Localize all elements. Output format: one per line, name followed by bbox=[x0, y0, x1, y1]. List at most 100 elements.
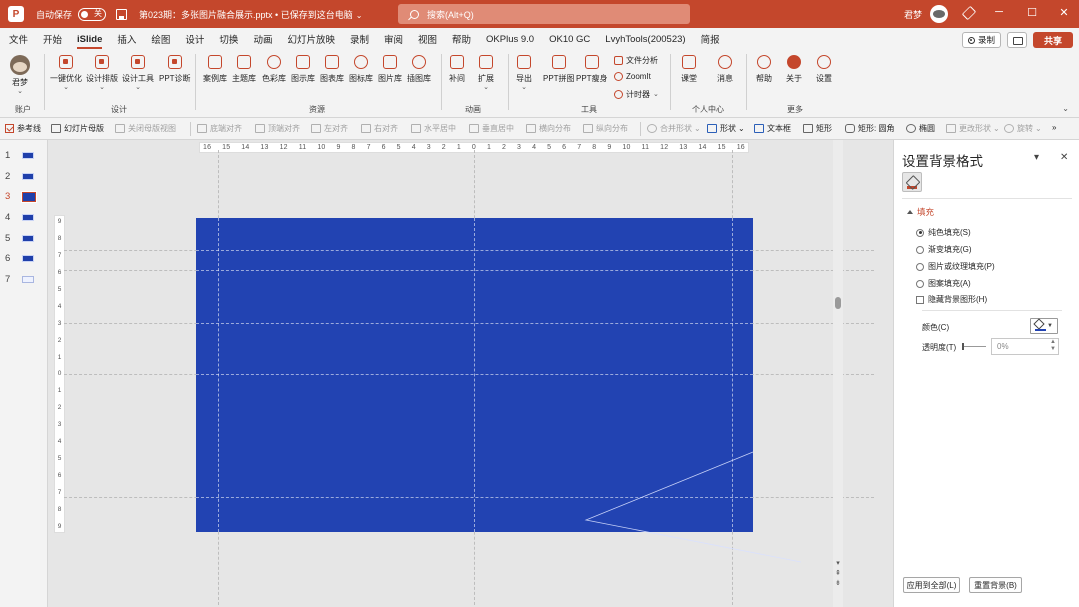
center-vertical-button[interactable]: 垂直居中 bbox=[469, 123, 514, 134]
more-toolbar-button[interactable]: » bbox=[1052, 123, 1056, 132]
help-button[interactable]: 帮助 bbox=[756, 55, 772, 84]
slide-thumbnail[interactable]: 1 bbox=[5, 150, 34, 161]
reset-background-button[interactable]: 重置背景(B) bbox=[969, 577, 1022, 593]
about-button[interactable]: 关于 bbox=[786, 55, 802, 84]
design-layout-button[interactable]: 设计排版 ⌄ bbox=[86, 55, 118, 91]
theme-library-button[interactable]: 主题库 bbox=[232, 55, 256, 84]
change-shape-button[interactable]: 更改形状 ⌄ bbox=[946, 123, 1000, 134]
export-button[interactable]: 导出 ⌄ bbox=[516, 55, 532, 91]
align-left-button[interactable]: 左对齐 bbox=[311, 123, 348, 134]
file-analysis-button[interactable]: 文件分析 bbox=[614, 55, 658, 66]
slide-canvas[interactable]: 16 15 14 13 12 11 10 9 8 7 6 5 4 3 2 1 0 1 2 3 4 5 6 7 8 9 10 11 12 1… bbox=[49, 140, 879, 607]
document-title[interactable]: 第023期：多张图片融合展示.pptx • 已保存到这台电脑 ⌄ bbox=[139, 8, 362, 21]
collapse-ribbon-icon[interactable]: ⌄ bbox=[1062, 104, 1069, 113]
transparency-slider[interactable] bbox=[962, 343, 986, 350]
messages-button[interactable]: 消息 bbox=[717, 55, 733, 84]
close-pane-icon[interactable]: ✕ bbox=[1060, 152, 1068, 163]
comment-button[interactable] bbox=[1007, 32, 1027, 48]
diagram-library-button[interactable]: 图示库 bbox=[291, 55, 315, 84]
tab-design[interactable]: 设计 bbox=[185, 32, 204, 46]
align-bottom-button[interactable]: 底端对齐 bbox=[197, 123, 242, 134]
extend-button[interactable]: 扩展 ⌄ bbox=[478, 55, 494, 91]
picture-fill-radio[interactable]: 图片或纹理填充(P) bbox=[916, 261, 995, 272]
slide-thumbnail[interactable]: 2 bbox=[5, 171, 34, 182]
record-button[interactable]: 录制 bbox=[962, 32, 1002, 48]
distribute-horizontal-button[interactable]: 横向分布 bbox=[526, 123, 571, 134]
tab-help[interactable]: 帮助 bbox=[452, 32, 471, 46]
scroll-arrows[interactable]: ▾ ⇞ ⇟ bbox=[834, 559, 842, 589]
rounded-rectangle-button[interactable]: 矩形: 圆角 bbox=[845, 123, 894, 134]
gradient-fill-radio[interactable]: 渐变填充(G) bbox=[916, 244, 972, 255]
search-box[interactable]: 搜索(Alt+Q) bbox=[398, 4, 690, 24]
design-tools-button[interactable]: 设计工具 ⌄ bbox=[122, 55, 154, 91]
slide-thumbnail-active[interactable]: 3 bbox=[5, 190, 37, 203]
ppt-diagnose-button[interactable]: PPT诊断 bbox=[159, 55, 191, 84]
slide-thumbnail[interactable]: 5 bbox=[5, 233, 34, 244]
tween-button[interactable]: 补间 bbox=[449, 55, 465, 84]
save-icon[interactable] bbox=[116, 8, 128, 20]
tab-transitions[interactable]: 切换 bbox=[219, 32, 238, 46]
rectangle-button[interactable]: 矩形 bbox=[803, 123, 832, 134]
distribute-vertical-button[interactable]: 纵向分布 bbox=[583, 123, 628, 134]
solid-fill-radio[interactable]: 纯色填充(S) bbox=[916, 227, 971, 238]
guides-toggle[interactable]: 参考线 bbox=[5, 123, 41, 134]
user-name[interactable]: 君梦 bbox=[904, 8, 922, 21]
tab-view[interactable]: 视图 bbox=[418, 32, 437, 46]
icon-library-button[interactable]: 图标库 bbox=[349, 55, 373, 84]
center-horizontal-button[interactable]: 水平居中 bbox=[411, 123, 456, 134]
close-master-view-button[interactable]: 关闭母版视图 bbox=[115, 123, 176, 134]
fill-bucket-icon[interactable] bbox=[902, 172, 922, 192]
transparency-input[interactable]: 0% ▲ ▼ bbox=[991, 338, 1059, 355]
illustration-library-button[interactable]: 插图库 bbox=[407, 55, 431, 84]
rotate-button[interactable]: 旋转 ⌄ bbox=[1004, 123, 1042, 134]
one-click-optimize-button[interactable]: 一键优化 ⌄ bbox=[50, 55, 82, 91]
slide-thumbnail[interactable]: 4 bbox=[5, 212, 34, 223]
tab-okplus[interactable]: OKPlus 9.0 bbox=[486, 34, 534, 45]
zoomit-button[interactable]: ZoomIt bbox=[614, 72, 651, 81]
tab-briefing[interactable]: 简报 bbox=[701, 32, 720, 46]
close-button[interactable]: ✕ bbox=[1056, 6, 1072, 19]
tab-file[interactable]: 文件 bbox=[9, 32, 28, 46]
color-library-button[interactable]: 色彩库 bbox=[262, 55, 286, 84]
tab-insert[interactable]: 插入 bbox=[117, 32, 136, 46]
tab-review[interactable]: 审阅 bbox=[384, 32, 403, 46]
ppt-slim-button[interactable]: PPT瘦身 bbox=[576, 55, 608, 84]
tab-home[interactable]: 开始 bbox=[43, 32, 62, 46]
align-right-button[interactable]: 右对齐 bbox=[361, 123, 398, 134]
case-library-button[interactable]: 案例库 bbox=[203, 55, 227, 84]
tab-record[interactable]: 录制 bbox=[350, 32, 369, 46]
tab-islide[interactable]: iSlide bbox=[77, 34, 103, 49]
canvas-scrollbar[interactable]: ▾ ⇞ ⇟ bbox=[833, 140, 843, 607]
merge-shapes-button[interactable]: 合并形状 ⌄ bbox=[647, 123, 701, 134]
chart-library-button[interactable]: 图表库 bbox=[320, 55, 344, 84]
scrollbar-thumb[interactable] bbox=[835, 297, 841, 309]
ellipse-button[interactable]: 椭圆 bbox=[906, 123, 935, 134]
picture-library-button[interactable]: 图片库 bbox=[378, 55, 402, 84]
avatar[interactable] bbox=[930, 5, 948, 23]
hide-background-checkbox[interactable]: 隐藏背景图形(H) bbox=[916, 294, 987, 305]
timer-button[interactable]: 计时器 ⌄ bbox=[614, 89, 659, 100]
maximize-button[interactable]: ☐ bbox=[1024, 6, 1040, 19]
tab-animations[interactable]: 动画 bbox=[253, 32, 272, 46]
tab-slideshow[interactable]: 幻灯片放映 bbox=[287, 32, 335, 46]
thin-line-shape[interactable] bbox=[49, 140, 879, 607]
minimize-button[interactable]: ─ bbox=[991, 6, 1007, 18]
classroom-button[interactable]: 课堂 bbox=[681, 55, 697, 84]
account-button[interactable]: 君梦 ⌄ bbox=[10, 55, 30, 95]
tab-lvyhtools[interactable]: LvyhTools(200523) bbox=[605, 34, 685, 45]
tab-ok10[interactable]: OK10 GC bbox=[549, 34, 590, 45]
slide-thumbnail[interactable]: 6 bbox=[5, 253, 34, 264]
ppt-puzzle-button[interactable]: PPT拼图 bbox=[543, 55, 575, 84]
slide-master-button[interactable]: 幻灯片母版 bbox=[51, 123, 104, 134]
autosave-toggle[interactable]: 关 bbox=[78, 7, 107, 21]
textbox-button[interactable]: 文本框 bbox=[754, 123, 791, 134]
slide-thumbnail[interactable]: 7 bbox=[5, 274, 34, 285]
apply-to-all-button[interactable]: 应用到全部(L) bbox=[903, 577, 960, 593]
tab-draw[interactable]: 绘图 bbox=[151, 32, 170, 46]
shapes-button[interactable]: 形状 ⌄ bbox=[707, 123, 745, 134]
fill-section-toggle[interactable]: 填充 bbox=[907, 206, 934, 218]
align-top-button[interactable]: 顶端对齐 bbox=[255, 123, 300, 134]
settings-button[interactable]: 设置 bbox=[816, 55, 832, 84]
pen-icon[interactable] bbox=[961, 5, 977, 21]
spinner-icon[interactable]: ▲ ▼ bbox=[1050, 339, 1056, 353]
